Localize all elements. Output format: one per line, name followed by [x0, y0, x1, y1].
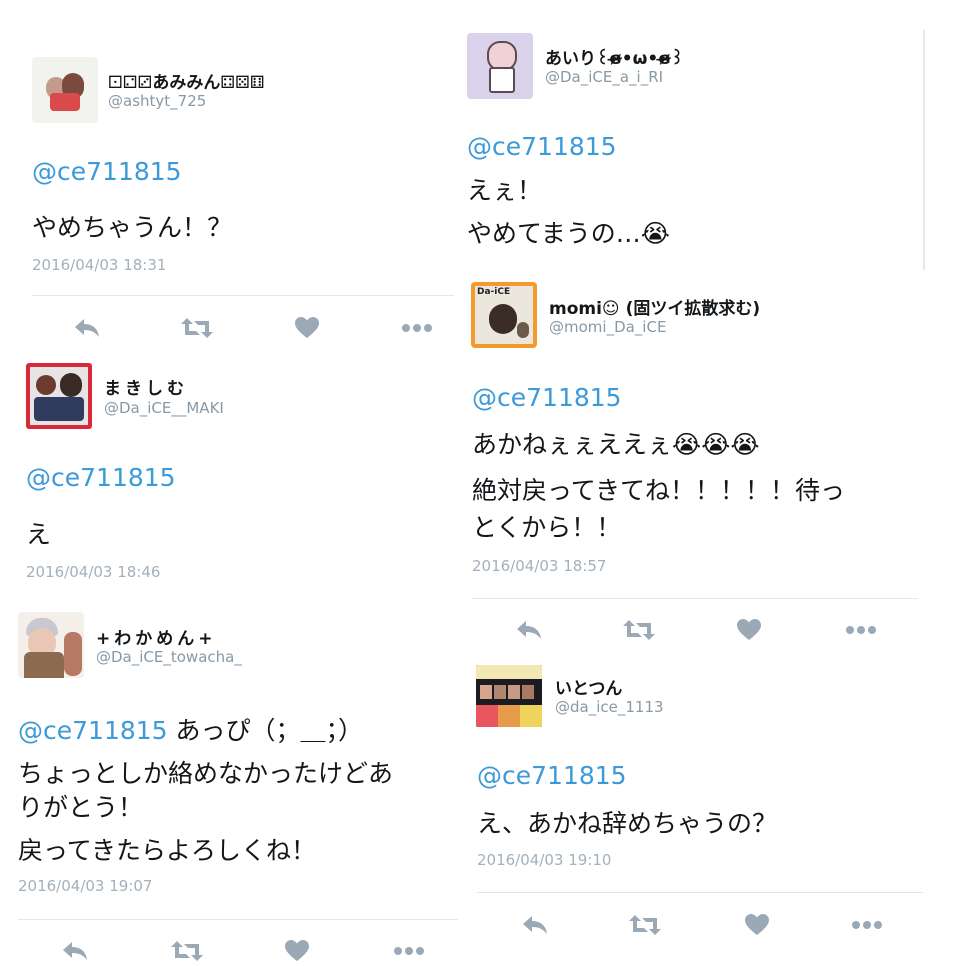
avatar[interactable] — [32, 57, 98, 123]
tweet-card: +わかめん+ @Da_iCE_towacha_ @ce711815 あっぴ（；＿… — [0, 600, 470, 961]
tweet-text: あかねぇぇええぇ😭😭😭 — [472, 430, 760, 459]
avatar[interactable] — [18, 612, 84, 678]
display-name: ⚀⚁⚂あみみん⚃⚄⚅ — [108, 73, 265, 93]
timestamp: 2016/04/03 19:07 — [18, 877, 153, 895]
tweet-text: 絶対戻ってきてね！！！！！待っ — [472, 476, 846, 505]
user-handle: @Da_iCE_towacha_ — [96, 648, 242, 666]
tweet-text: え、あかね辞めちゃうの？ — [477, 809, 778, 838]
divider — [32, 295, 454, 296]
avatar[interactable] — [26, 363, 92, 429]
retweet-icon[interactable] — [622, 615, 656, 645]
timestamp: 2016/04/03 18:46 — [26, 563, 161, 581]
tweet-text: やめちゃうん！？ — [32, 213, 233, 242]
reply-icon[interactable] — [518, 910, 552, 940]
timestamp: 2016/04/03 18:57 — [472, 557, 607, 575]
tweet-text: とくから！！ — [472, 513, 622, 542]
user-handle: @Da_iCE_a_i_RI — [545, 68, 664, 86]
retweet-icon[interactable] — [170, 936, 204, 966]
like-icon[interactable] — [732, 615, 766, 645]
timestamp: 2016/04/03 18:31 — [32, 256, 167, 274]
tweet-text: りがとう！ — [18, 793, 144, 822]
reply-icon[interactable] — [70, 313, 104, 343]
display-name: momi☺ (固ツイ拡散求む) — [549, 299, 761, 319]
user-handle: @momi_Da_iCE — [549, 318, 667, 336]
display-name: まきしむ — [104, 379, 188, 399]
tweet-card: いとつん @da_ice_1113 @ce711815 え、あかね辞めちゃうの？… — [460, 650, 960, 960]
like-icon[interactable] — [280, 936, 314, 966]
display-name: あいり꒰ɞ̴̶̷•ω•ɞ̴̶̷꒱ — [545, 49, 684, 69]
tweet-text-part: あっぴ（；＿；） — [167, 716, 364, 745]
display-name: +わかめん+ — [96, 629, 217, 649]
more-icon[interactable] — [844, 615, 878, 645]
like-icon[interactable] — [290, 313, 324, 343]
divider — [477, 892, 923, 893]
mention-link[interactable]: @ce711815 — [467, 132, 617, 161]
action-bar — [70, 313, 450, 343]
tweet-text: やめてまうの…😭 — [467, 219, 670, 248]
more-icon[interactable] — [392, 936, 426, 966]
scroll-divider — [923, 30, 925, 270]
user-handle: @ashtyt_725 — [108, 92, 207, 110]
tweet-card: あいり꒰ɞ̴̶̷•ω•ɞ̴̶̷꒱ @Da_iCE_a_i_RI @ce71181… — [460, 0, 960, 270]
mention-link[interactable]: @ce711815 — [26, 463, 176, 492]
divider — [18, 919, 458, 920]
tweet-text: え — [26, 520, 52, 549]
reply-icon[interactable] — [58, 936, 92, 966]
tweet-card: ⚀⚁⚂あみみん⚃⚄⚅ @ashtyt_725 @ce711815 やめちゃうん！… — [0, 0, 470, 350]
tweet-card: まきしむ @Da_iCE__MAKI @ce711815 え 2016/04/0… — [0, 350, 470, 600]
mention-link[interactable]: @ce711815 — [477, 761, 627, 790]
divider — [472, 598, 918, 599]
timestamp: 2016/04/03 19:10 — [477, 851, 612, 869]
like-icon[interactable] — [740, 910, 774, 940]
action-bar — [512, 615, 902, 645]
tweet-card: Da-iCE momi☺ (固ツイ拡散求む) @momi_Da_iCE @ce7… — [460, 270, 960, 650]
retweet-icon[interactable] — [628, 910, 662, 940]
mention-link[interactable]: @ce711815 — [472, 383, 622, 412]
avatar[interactable] — [476, 665, 542, 727]
avatar[interactable]: Da-iCE — [471, 282, 537, 348]
reply-icon[interactable] — [512, 615, 546, 645]
more-icon[interactable] — [400, 313, 434, 343]
avatar-label: Da-iCE — [477, 287, 511, 297]
display-name: いとつん — [555, 679, 623, 699]
tweet-text: えぇ！ — [467, 176, 543, 205]
mention-link[interactable]: @ce711815 — [18, 716, 168, 745]
mention-link[interactable]: @ce711815 — [32, 157, 182, 186]
retweet-icon[interactable] — [180, 313, 214, 343]
more-icon[interactable] — [850, 910, 884, 940]
avatar[interactable] — [467, 33, 533, 99]
tweet-text: ちょっとしか絡めなかったけどあ — [18, 759, 394, 788]
tweet-text: @ce711815 あっぴ（；＿；） — [18, 711, 363, 747]
action-bar — [58, 936, 448, 966]
user-handle: @Da_iCE__MAKI — [104, 399, 224, 417]
action-bar — [518, 910, 908, 940]
user-handle: @da_ice_1113 — [555, 698, 664, 716]
tweet-text: 戻ってきたらよろしくね！ — [18, 836, 317, 865]
